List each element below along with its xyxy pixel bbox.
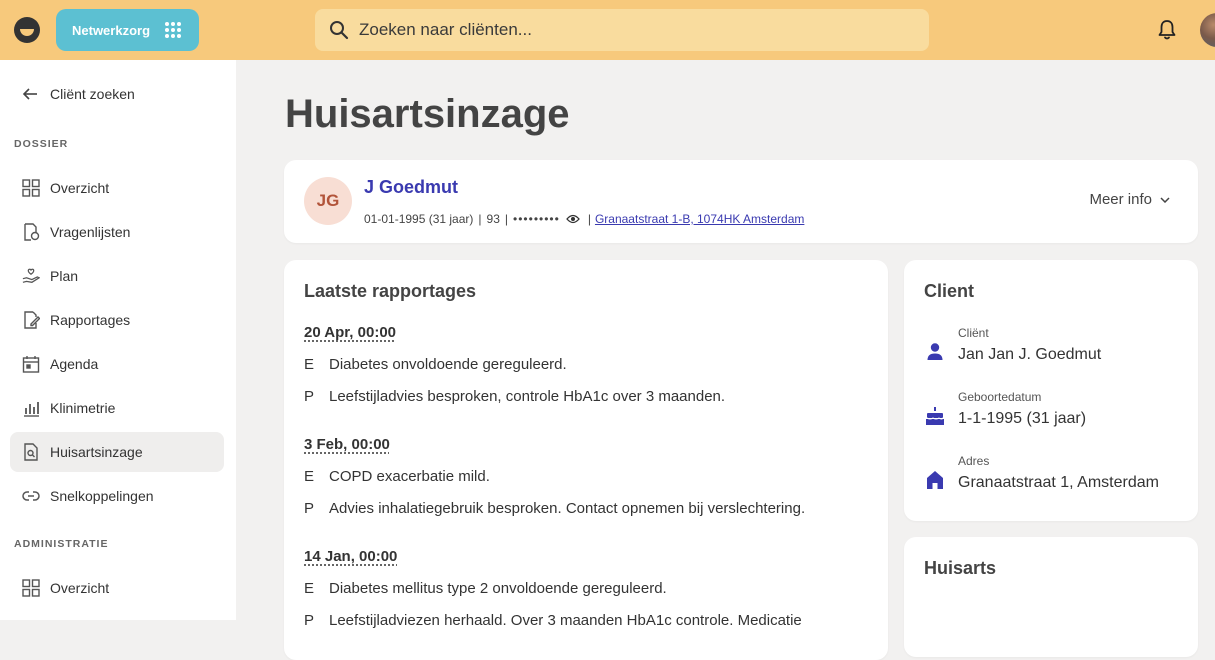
sidebar-item-label: Klinimetrie <box>50 400 116 416</box>
apps-grid-icon <box>165 22 181 38</box>
grid-icon <box>22 579 40 597</box>
patient-number: 93 <box>486 212 500 226</box>
report-line: E Diabetes onvoldoende gereguleerd. <box>304 356 567 373</box>
report-line-text: Diabetes mellitus type 2 onvoldoende ger… <box>329 580 667 597</box>
report-line-text: Leefstijladvies besproken, controle HbA1… <box>329 388 726 405</box>
sidebar-item-overzicht[interactable]: Overzicht <box>10 168 224 208</box>
calendar-icon <box>22 355 40 373</box>
cake-icon <box>926 407 944 425</box>
page-title: Huisartsinzage <box>285 92 570 136</box>
report-edit-icon <box>22 311 40 329</box>
notifications-bell-icon[interactable] <box>1157 19 1177 41</box>
address-value: Granaatstraat 1, Amsterdam <box>958 474 1159 491</box>
client-label: Cliënt <box>958 326 989 340</box>
patient-name[interactable]: J Goedmut <box>364 177 458 198</box>
report-line-text: Diabetes onvoldoende gereguleerd. <box>329 356 567 373</box>
client-value: Jan Jan J. Goedmut <box>958 346 1102 363</box>
address-label: Adres <box>958 454 990 468</box>
sidebar: Cliënt zoeken DOSSIER Overzicht Vragenli… <box>0 60 236 620</box>
link-icon <box>22 487 40 505</box>
user-avatar[interactable] <box>1200 13 1215 47</box>
search-bar[interactable] <box>315 9 929 51</box>
report-date[interactable]: 3 Feb, 00:00 <box>304 436 390 453</box>
report-line-text: COPD exacerbatie mild. <box>329 468 490 485</box>
grid-icon <box>22 179 40 197</box>
report-line: P Advies inhalatiegebruik besproken. Con… <box>304 500 805 517</box>
dob-value: 1-1-1995 (31 jaar) <box>958 410 1087 427</box>
patient-header-card: JG J Goedmut 01-01-1995 (31 jaar) | 93 |… <box>284 160 1198 243</box>
reports-title: Laatste rapportages <box>304 281 477 301</box>
back-to-client-search-link[interactable]: Cliënt zoeken <box>22 86 135 102</box>
patient-meta: 01-01-1995 (31 jaar) | 93 | ••••••••• | … <box>364 212 805 226</box>
app-name: Netwerkzorg <box>72 22 151 38</box>
report-line-key: E <box>304 580 315 597</box>
search-input[interactable] <box>359 20 899 40</box>
back-label: Cliënt zoeken <box>50 86 135 102</box>
sidebar-item-label: Plan <box>50 268 79 284</box>
report-line-text: Leefstijladviezen herhaald. Over 3 maand… <box>329 612 802 629</box>
sidebar-item-plan[interactable]: Plan <box>10 256 224 296</box>
sidebar-item-huisartsinzage[interactable]: Huisartsinzage <box>10 432 224 472</box>
report-line: E Diabetes mellitus type 2 onvoldoende g… <box>304 580 667 597</box>
report-line-text: Advies inhalatiegebruik besproken. Conta… <box>329 500 806 517</box>
sidebar-item-label: Overzicht <box>50 180 110 196</box>
sidebar-item-label: Vragenlijsten <box>50 224 131 240</box>
patient-address-link[interactable]: Granaatstraat 1-B, 1074HK Amsterdam <box>595 212 804 226</box>
sidebar-item-vragenlijsten[interactable]: Vragenlijsten <box>10 212 224 252</box>
huisarts-card: Huisarts <box>904 537 1198 657</box>
sidebar-item-klinimetrie[interactable]: Klinimetrie <box>10 388 224 428</box>
report-line-key: P <box>304 500 315 517</box>
report-line-key: E <box>304 356 315 373</box>
patient-dob-age: 01-01-1995 (31 jaar) <box>364 212 474 226</box>
more-info-button[interactable]: Meer info <box>1089 191 1170 208</box>
report-line-key: P <box>304 388 315 405</box>
section-label-administratie: ADMINISTRATIE <box>14 538 109 550</box>
sidebar-item-rapportages[interactable]: Rapportages <box>10 300 224 340</box>
client-card: Client Cliënt Jan Jan J. Goedmut Geboort… <box>904 260 1198 521</box>
plan-hand-icon <box>22 267 40 285</box>
sidebar-item-admin-overzicht[interactable]: Overzicht <box>10 568 224 608</box>
sidebar-item-snelkoppelingen[interactable]: Snelkoppelingen <box>10 476 224 516</box>
patient-initials-avatar: JG <box>304 177 352 225</box>
report-date[interactable]: 20 Apr, 00:00 <box>304 324 396 341</box>
client-card-title: Client <box>924 281 975 301</box>
person-icon <box>927 343 943 360</box>
reports-card: Laatste rapportages 20 Apr, 00:00 E Diab… <box>284 260 888 660</box>
app-switcher-button[interactable]: Netwerkzorg <box>56 9 199 51</box>
sidebar-item-label: Agenda <box>50 356 99 372</box>
logo-icon[interactable] <box>14 17 40 43</box>
huisarts-card-title: Huisarts <box>924 558 997 578</box>
report-line: P Leefstijladvies besproken, controle Hb… <box>304 388 725 405</box>
eye-icon[interactable] <box>565 214 580 224</box>
sidebar-item-label: Snelkoppelingen <box>50 488 154 504</box>
home-icon <box>927 471 943 489</box>
document-search-icon <box>22 443 40 461</box>
masked-id: ••••••••• <box>513 212 560 226</box>
search-icon <box>330 21 349 40</box>
sidebar-item-label: Overzicht <box>50 580 110 596</box>
sidebar-item-agenda[interactable]: Agenda <box>10 344 224 384</box>
report-date[interactable]: 14 Jan, 00:00 <box>304 548 397 565</box>
questionnaire-icon <box>22 223 40 241</box>
report-line: P Leefstijladviezen herhaald. Over 3 maa… <box>304 612 802 629</box>
section-label-dossier: DOSSIER <box>14 138 69 150</box>
report-line: E COPD exacerbatie mild. <box>304 468 490 485</box>
bar-chart-icon <box>22 399 40 417</box>
sidebar-item-label: Huisartsinzage <box>50 444 143 460</box>
report-line-key: P <box>304 612 315 629</box>
sidebar-item-label: Rapportages <box>50 312 131 328</box>
chevron-down-icon <box>1160 196 1170 203</box>
top-bar: Netwerkzorg <box>0 0 1215 60</box>
dob-label: Geboortedatum <box>958 390 1042 404</box>
more-info-label: Meer info <box>1089 191 1152 208</box>
arrow-left-icon <box>22 88 37 100</box>
report-line-key: E <box>304 468 315 485</box>
